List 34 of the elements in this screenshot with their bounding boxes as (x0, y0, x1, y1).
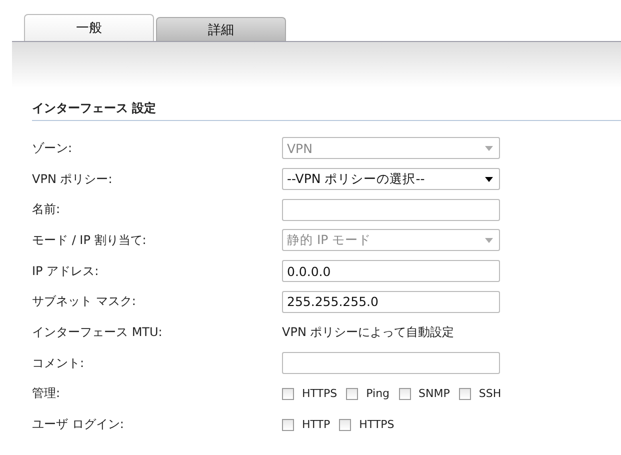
checkbox[interactable] (282, 388, 294, 400)
caret-icon (485, 146, 493, 151)
checkbox-label: SSH (478, 387, 502, 400)
input-field[interactable]: 0.0.0.0 (282, 260, 500, 282)
checkbox-label: HTTPS (359, 418, 394, 432)
dropdown[interactable]: --VPN ポリシーの選択-- (282, 168, 500, 190)
input-field[interactable] (282, 352, 500, 374)
checkbox[interactable] (339, 418, 352, 431)
checkbox[interactable] (346, 388, 358, 400)
section-title: インターフェース 設定 (32, 100, 621, 121)
field-label: モード / IP 割り当て: (32, 232, 148, 249)
field-label: コメント: (32, 354, 86, 372)
checkbox-label: SNMP (418, 387, 450, 400)
field-label: 名前: (32, 201, 62, 218)
caret-icon (485, 176, 493, 182)
field-label: インターフェース MTU: (32, 324, 164, 341)
checkbox[interactable] (398, 388, 411, 400)
checkbox-label: HTTPS (302, 387, 338, 400)
input-field[interactable]: 255.255.255.0 (282, 290, 500, 313)
checkbox[interactable] (282, 418, 294, 431)
caret-icon (485, 238, 493, 243)
checkbox-label: HTTP (302, 418, 330, 432)
field-label: VPN ポリシー: (32, 170, 114, 188)
field-label: サブネット マスク: (32, 293, 137, 310)
tab[interactable]: 一般 (24, 14, 154, 41)
field-value: VPN ポリシーによって自動設定 (282, 324, 454, 341)
field-label: ゾーン: (32, 140, 74, 157)
tab[interactable]: 詳細 (156, 17, 286, 41)
field-label: ユーザ ログイン: (32, 416, 125, 434)
checkbox-label: Ping (366, 387, 390, 400)
input-field[interactable] (282, 198, 500, 221)
field-label: IP アドレス: (32, 262, 100, 280)
field-label: 管理: (32, 385, 62, 402)
checkbox[interactable] (458, 388, 471, 400)
